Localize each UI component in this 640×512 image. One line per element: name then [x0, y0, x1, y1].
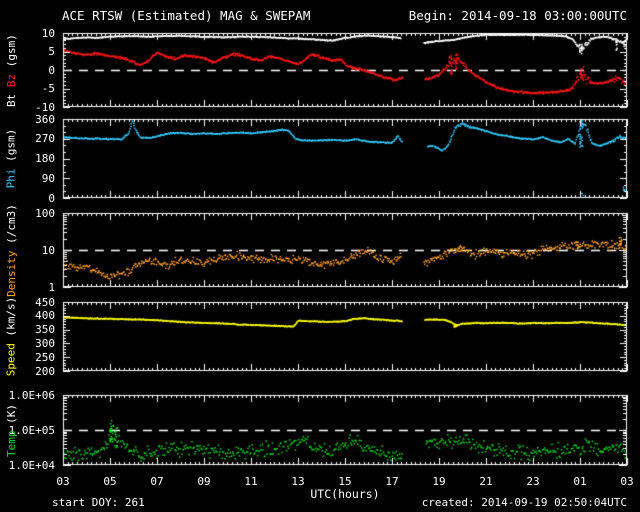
- y-axis-label-text: Phi (gsm): [5, 129, 18, 189]
- y-axis-label-text: Speed (km/s): [5, 297, 18, 377]
- x-tick-label: 11: [244, 475, 258, 488]
- y-axis-label-part: Speed: [4, 336, 18, 377]
- plot-canvas: [0, 0, 640, 512]
- x-tick-label: 05: [103, 475, 117, 488]
- x-tick-label: 21: [479, 475, 493, 488]
- y-axis-label: Phi (gsm): [2, 119, 20, 198]
- y-axis-label-part: (gsm): [4, 33, 18, 67]
- x-tick-label: 03: [56, 475, 70, 488]
- y-axis-label-text: Density (/cm3): [5, 204, 18, 297]
- y-axis-label: Speed (km/s): [2, 297, 20, 377]
- x-tick-label: 15: [338, 475, 352, 488]
- y-axis-label-part: Bt: [4, 86, 18, 107]
- y-axis-label: Temp (K): [2, 395, 20, 465]
- x-tick-label: 01: [573, 475, 587, 488]
- y-axis-label-part: (/cm3): [4, 203, 18, 244]
- y-axis-label: Bt Bz (gsm): [2, 33, 20, 107]
- x-tick-label: 19: [432, 475, 446, 488]
- page-title: ACE RTSW (Estimated) MAG & SWEPAM: [62, 8, 311, 23]
- y-axis-label-text: Temp (K): [5, 404, 18, 457]
- x-tick-label: 13: [291, 475, 305, 488]
- y-axis-label-part: Bz: [4, 66, 18, 87]
- y-axis-label-part: (km/s): [4, 296, 18, 337]
- x-tick-label: 03: [620, 475, 634, 488]
- x-tick-label: 07: [150, 475, 164, 488]
- y-axis-label-text: Bt Bz (gsm): [5, 34, 18, 107]
- x-tick-label: 09: [197, 475, 211, 488]
- start-doy-label: start DOY: 261: [52, 496, 145, 509]
- x-axis-label: UTC(hours): [310, 487, 380, 501]
- y-axis-label-part: (K): [4, 403, 18, 424]
- y-axis-label: Density (/cm3): [2, 204, 20, 297]
- y-axis-label-part: Density: [4, 243, 18, 297]
- x-tick-label: 17: [385, 475, 399, 488]
- created-timestamp: created: 2014-09-19 02:50:04UTC: [421, 496, 627, 509]
- ace-rtsw-plot: ACE RTSW (Estimated) MAG & SWEPAM Begin:…: [0, 0, 640, 512]
- begin-timestamp: Begin: 2014-09-18 03:00:00UTC: [408, 8, 627, 23]
- y-axis-label-part: (gsm): [4, 128, 18, 162]
- y-axis-label-part: Temp: [4, 423, 18, 457]
- x-tick-label: 23: [526, 475, 540, 488]
- y-axis-label-part: Phi: [4, 161, 18, 189]
